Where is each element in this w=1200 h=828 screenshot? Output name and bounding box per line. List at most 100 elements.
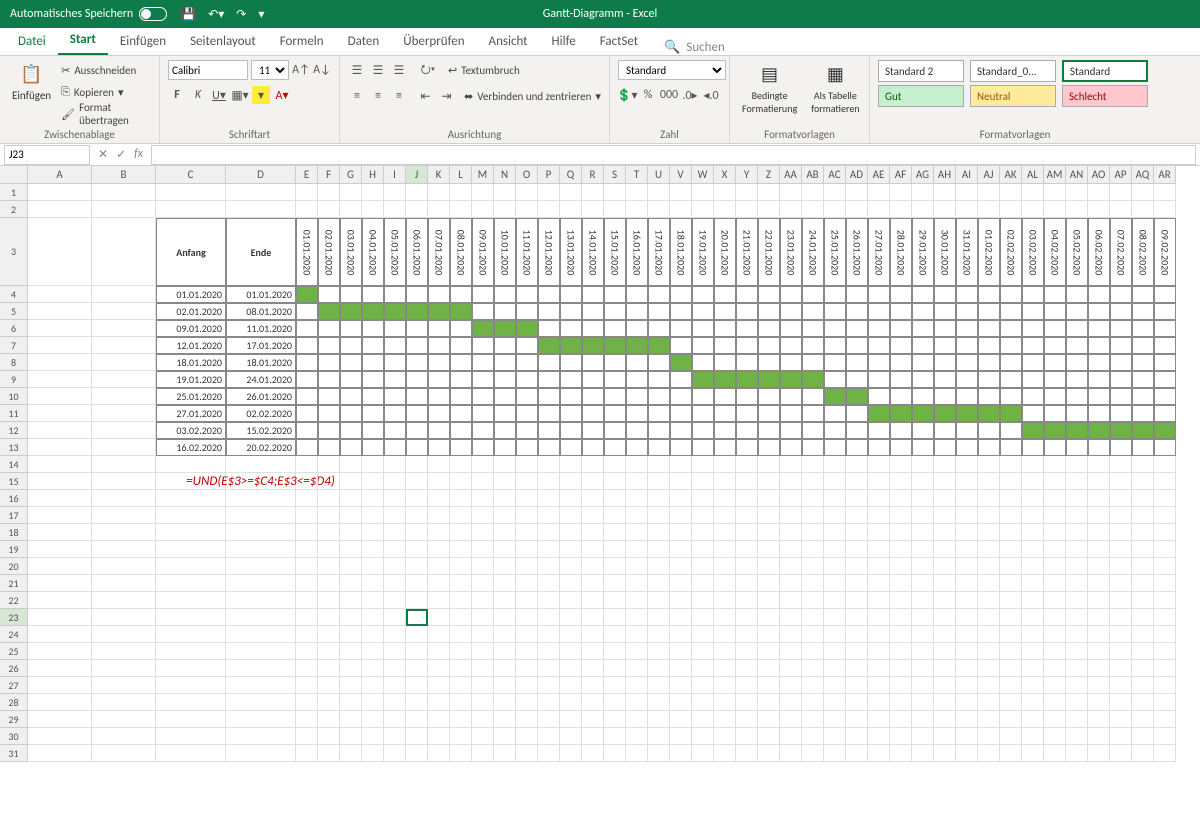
cell[interactable]: 27.01.2020	[156, 405, 226, 422]
cell[interactable]	[428, 541, 450, 558]
date-header[interactable]: 02.01.2020	[318, 218, 340, 286]
cell[interactable]	[1000, 558, 1022, 575]
cell[interactable]	[648, 201, 670, 218]
cell[interactable]	[1110, 286, 1132, 303]
cell[interactable]	[1088, 711, 1110, 728]
cell[interactable]	[1110, 422, 1132, 439]
cell[interactable]	[362, 643, 384, 660]
cell[interactable]	[868, 490, 890, 507]
cell[interactable]	[626, 337, 648, 354]
cell[interactable]	[406, 660, 428, 677]
cell[interactable]	[560, 439, 582, 456]
cell[interactable]	[384, 677, 406, 694]
cell[interactable]	[1022, 184, 1044, 201]
cell[interactable]	[428, 507, 450, 524]
cell[interactable]	[604, 609, 626, 626]
cell[interactable]	[494, 201, 516, 218]
cell[interactable]	[1022, 337, 1044, 354]
cell[interactable]	[28, 286, 92, 303]
cell[interactable]	[450, 711, 472, 728]
cell[interactable]	[406, 320, 428, 337]
column-header-AB[interactable]: AB	[802, 166, 824, 184]
cell[interactable]	[560, 694, 582, 711]
cell[interactable]	[318, 201, 340, 218]
cell[interactable]	[472, 286, 494, 303]
cell[interactable]	[648, 558, 670, 575]
cell[interactable]	[1066, 320, 1088, 337]
cell[interactable]	[296, 558, 318, 575]
column-header-G[interactable]: G	[340, 166, 362, 184]
cell[interactable]	[824, 524, 846, 541]
save-icon[interactable]: 💾	[181, 7, 196, 22]
cell[interactable]	[692, 541, 714, 558]
cell[interactable]	[296, 745, 318, 762]
cell[interactable]	[802, 388, 824, 405]
cell[interactable]	[978, 745, 1000, 762]
date-header[interactable]: 20.01.2020	[714, 218, 736, 286]
cell[interactable]	[450, 456, 472, 473]
cell[interactable]	[156, 575, 226, 592]
cell[interactable]	[824, 643, 846, 660]
cell[interactable]	[1022, 575, 1044, 592]
search-box[interactable]: 🔍 Suchen	[664, 40, 725, 55]
cell[interactable]	[384, 711, 406, 728]
cell[interactable]	[1110, 575, 1132, 592]
cell[interactable]	[692, 201, 714, 218]
cell[interactable]	[538, 354, 560, 371]
cell[interactable]	[384, 456, 406, 473]
cell[interactable]	[1154, 337, 1176, 354]
cell[interactable]	[758, 184, 780, 201]
cell[interactable]	[868, 201, 890, 218]
cell[interactable]	[450, 728, 472, 745]
cell[interactable]	[226, 626, 296, 643]
cell[interactable]	[714, 507, 736, 524]
cell[interactable]	[868, 320, 890, 337]
cell[interactable]	[560, 524, 582, 541]
cell[interactable]	[384, 643, 406, 660]
cell[interactable]	[362, 388, 384, 405]
cell[interactable]	[648, 405, 670, 422]
cell[interactable]	[582, 558, 604, 575]
cell[interactable]	[1132, 575, 1154, 592]
cell[interactable]	[560, 728, 582, 745]
cell[interactable]	[1132, 371, 1154, 388]
column-header-AM[interactable]: AM	[1044, 166, 1066, 184]
cell[interactable]	[670, 439, 692, 456]
date-header[interactable]: 09.02.2020	[1154, 218, 1176, 286]
cell[interactable]	[934, 575, 956, 592]
cell[interactable]	[824, 575, 846, 592]
cell[interactable]	[714, 660, 736, 677]
cell[interactable]	[846, 337, 868, 354]
cell[interactable]	[714, 524, 736, 541]
cell[interactable]	[670, 660, 692, 677]
cell-style-schlecht[interactable]: Schlecht	[1062, 85, 1148, 107]
cell[interactable]	[92, 422, 156, 439]
date-header[interactable]: 10.01.2020	[494, 218, 516, 286]
cell[interactable]	[428, 660, 450, 677]
cell[interactable]	[604, 541, 626, 558]
cell[interactable]	[340, 473, 362, 490]
cell[interactable]: 12.01.2020	[156, 337, 226, 354]
cell[interactable]	[670, 541, 692, 558]
cell[interactable]	[28, 558, 92, 575]
cell[interactable]	[890, 490, 912, 507]
cell[interactable]	[824, 405, 846, 422]
cell[interactable]	[1088, 371, 1110, 388]
cell[interactable]	[714, 320, 736, 337]
cell[interactable]	[780, 337, 802, 354]
cell[interactable]	[758, 354, 780, 371]
cell[interactable]	[384, 286, 406, 303]
cell[interactable]	[626, 388, 648, 405]
cell[interactable]	[560, 354, 582, 371]
cell[interactable]	[714, 473, 736, 490]
cell[interactable]	[1000, 660, 1022, 677]
cell[interactable]	[472, 745, 494, 762]
cell[interactable]	[802, 337, 824, 354]
cell[interactable]	[1132, 303, 1154, 320]
cell[interactable]	[538, 711, 560, 728]
cell[interactable]	[780, 388, 802, 405]
cell[interactable]	[626, 728, 648, 745]
cell[interactable]	[846, 286, 868, 303]
column-header-O[interactable]: O	[516, 166, 538, 184]
cell[interactable]	[912, 507, 934, 524]
